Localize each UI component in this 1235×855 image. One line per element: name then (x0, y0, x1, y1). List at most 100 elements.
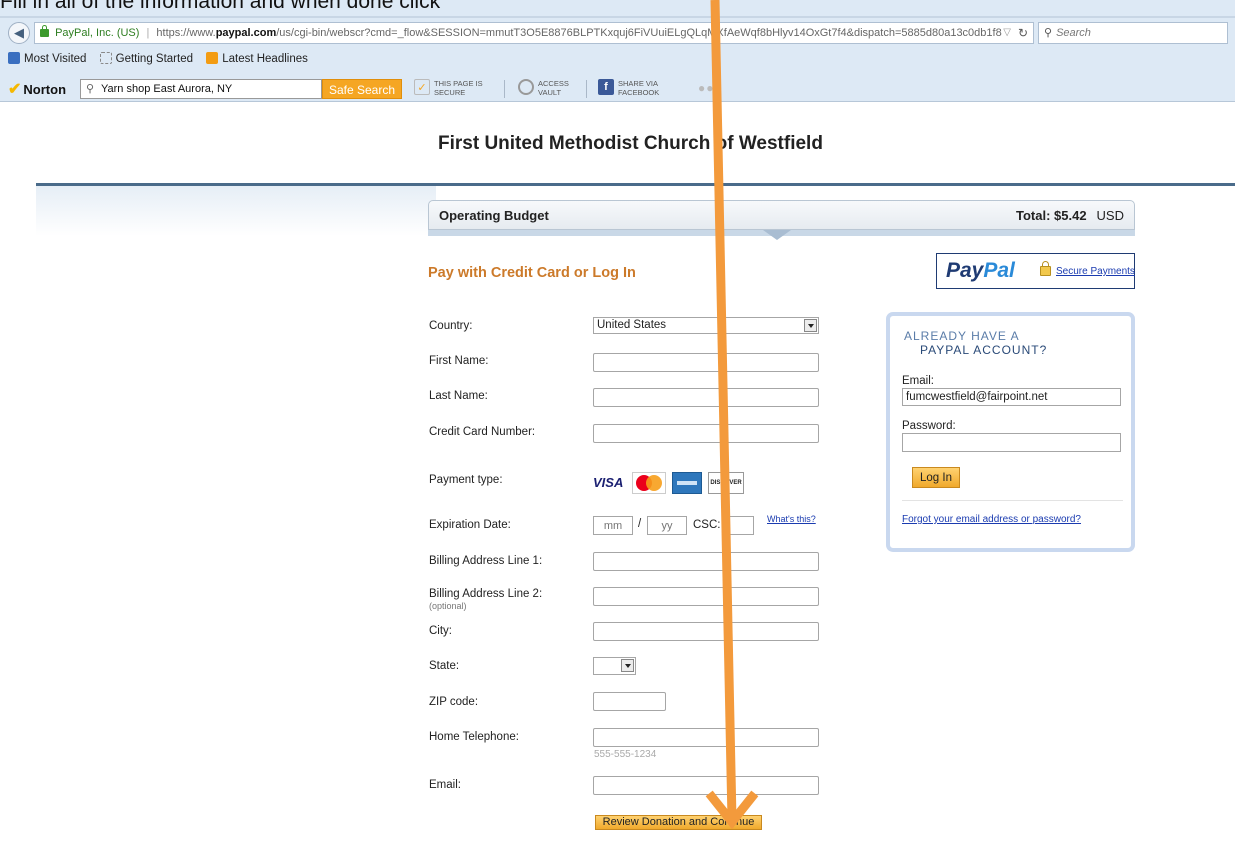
vault-icon (518, 79, 534, 95)
toolbar-divider (586, 80, 587, 98)
state-select[interactable] (593, 657, 636, 675)
first-name-field[interactable] (593, 353, 819, 372)
norton-check-icon: ✔ (8, 81, 22, 98)
cart-total: Total: $5.42 USD (1016, 208, 1124, 223)
country-value: United States (597, 319, 667, 331)
url-domain: paypal.com (215, 27, 277, 39)
card-number-label: Credit Card Number: (429, 426, 536, 438)
secure-text: THIS PAGE IS SECURE (434, 79, 483, 97)
bookmark-getting-started[interactable]: Getting Started (99, 49, 193, 69)
safe-search-button[interactable]: Safe Search (322, 79, 402, 99)
cart-total-amount: Total: $5.42 (1015, 208, 1087, 223)
exp-separator: / (638, 518, 642, 530)
reload-icon[interactable]: ↻ (1018, 23, 1028, 43)
tutorial-caption: Fill in all of the information and when … (0, 0, 441, 13)
city-field[interactable] (593, 622, 819, 641)
toolbar-divider (504, 80, 505, 98)
tab-strip-edge (0, 16, 1235, 18)
login-email-field[interactable] (902, 388, 1121, 406)
last-name-field[interactable] (593, 388, 819, 407)
norton-toolbar: ✔ Norton ⚲ Yarn shop East Aurora, NY Safe … (0, 76, 1235, 102)
bookmark-most-visited[interactable]: Most Visited (8, 49, 86, 69)
state-label: State: (429, 660, 460, 672)
page-secure-indicator[interactable]: ✓ THIS PAGE IS SECURE (414, 79, 483, 97)
last-name-label: Last Name: (429, 390, 488, 402)
payment-type-label: Payment type: (429, 474, 503, 486)
billing-line1-field[interactable] (593, 552, 819, 571)
browser-search-bar[interactable]: ⚲ Search (1038, 22, 1228, 44)
bookmarks-toolbar: Most Visited Getting Started Latest Head… (8, 49, 318, 69)
email-field[interactable] (593, 776, 819, 795)
cart-item-name: Operating Budget (439, 208, 549, 223)
url-dropdown-icon[interactable]: ▽ (1003, 23, 1011, 43)
bookmark-latest-headlines[interactable]: Latest Headlines (206, 49, 308, 69)
norton-search-value: Yarn shop East Aurora, NY (101, 83, 233, 95)
phone-label: Home Telephone: (429, 731, 519, 743)
rss-feed-icon (206, 52, 219, 64)
secure-line1: THIS PAGE IS (434, 79, 483, 88)
billing-line2-optional-note: (optional) (429, 601, 467, 611)
back-arrow-icon: ◀ (14, 25, 24, 40)
visa-logo: VISA (593, 475, 624, 490)
zip-field[interactable] (593, 692, 666, 711)
url-bar[interactable]: PayPal, Inc. (US) | https://www.paypal.c… (34, 22, 1034, 44)
norton-logo-text: Norton (23, 82, 67, 97)
search-icon: ⚲ (1044, 27, 1053, 39)
cart-summary[interactable]: Operating Budget Total: $5.42 USD (428, 200, 1135, 230)
bookmark-label: Most Visited (24, 53, 87, 65)
phone-format-hint: 555-555-1234 (594, 749, 657, 760)
paypal-logo-pay: Pay (946, 259, 984, 282)
merchant-name: First United Methodist Church of Westfie… (438, 133, 823, 154)
chevron-down-icon[interactable] (804, 319, 817, 332)
paypal-badge: PayPal Secure Payments (936, 253, 1135, 289)
browser-chrome: ◀ PayPal, Inc. (US) | https://www.paypal… (0, 0, 1235, 102)
arrow-shaft (710, 0, 737, 821)
whats-this-link[interactable]: What's this? (767, 514, 816, 524)
header-gradient (36, 186, 436, 236)
vault-line1: ACCESS (538, 79, 569, 88)
back-button[interactable]: ◀ (8, 22, 30, 44)
search-icon: ⚲ (86, 83, 95, 95)
vault-line2: VAULT (538, 88, 562, 97)
share-line1: SHARE VIA (618, 79, 659, 88)
card-number-field[interactable] (593, 424, 819, 443)
discover-text-c: VER (729, 480, 742, 486)
billing-line2-label: Billing Address Line 2: (429, 588, 543, 600)
chevron-down-icon[interactable] (621, 659, 634, 672)
secure-line2: SECURE (434, 88, 466, 97)
share-line2: FACEBOOK (618, 88, 660, 97)
vault-text: ACCESS VAULT (538, 79, 569, 97)
url-path: /us/cgi-bin/webscr?cmd=_flow&SESSION=mmu… (276, 27, 1002, 39)
site-identity[interactable]: PayPal, Inc. (US) (55, 27, 139, 39)
amex-logo (672, 472, 702, 494)
more-options-icon[interactable]: ●●● (698, 81, 723, 95)
country-select[interactable]: United States (593, 317, 819, 334)
norton-search-input[interactable]: ⚲ Yarn shop East Aurora, NY (80, 79, 322, 99)
expiration-label: Expiration Date: (429, 519, 511, 531)
login-password-field[interactable] (902, 433, 1121, 452)
url-text[interactable]: https://www.paypal.com/us/cgi-bin/webscr… (156, 27, 1001, 39)
discover-text-a: DISC (710, 480, 725, 486)
exp-year-field[interactable] (647, 516, 687, 535)
facebook-icon: f (598, 79, 614, 95)
csc-label: CSC: (693, 519, 721, 531)
review-donation-button[interactable]: Review Donation and Continue (595, 815, 762, 830)
cart-expand-icon[interactable] (763, 230, 791, 240)
padlock-icon (1040, 261, 1051, 276)
exp-month-field[interactable] (593, 516, 633, 535)
url-separator: | (146, 27, 150, 39)
csc-field[interactable] (724, 516, 754, 535)
billing-line2-field[interactable] (593, 587, 819, 606)
norton-logo[interactable]: ✔ Norton (8, 79, 66, 99)
phone-field[interactable] (593, 728, 819, 747)
lock-icon (40, 25, 49, 37)
forgot-credentials-link[interactable]: Forgot your email address or password? (902, 514, 1081, 525)
country-label: Country: (429, 320, 473, 332)
share-facebook-button[interactable]: f SHARE VIA FACEBOOK (598, 79, 659, 97)
first-name-label: First Name: (429, 355, 489, 367)
secure-payments-link[interactable]: Secure Payments (1056, 266, 1135, 277)
login-button[interactable]: Log In (912, 467, 960, 488)
share-text: SHARE VIA FACEBOOK (618, 79, 659, 97)
getting-started-icon (99, 52, 112, 64)
access-vault-button[interactable]: ACCESS VAULT (518, 79, 569, 97)
